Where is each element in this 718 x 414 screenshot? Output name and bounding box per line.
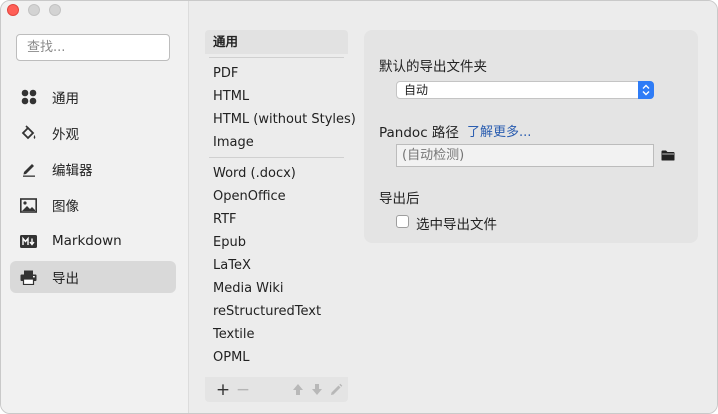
move-up-icon[interactable] [290, 382, 306, 398]
sidebar-nav: 通用 外观 编辑器 图像 Markdown 导出 [10, 81, 176, 297]
sidebar-item-markdown[interactable]: Markdown [10, 225, 176, 257]
default-folder-select[interactable]: 自动 [396, 81, 654, 99]
reveal-exported-file-label[interactable]: 选中导出文件 [416, 213, 497, 233]
editor-icon [20, 161, 37, 178]
list-item-rtf[interactable]: RTF [205, 208, 348, 231]
pandoc-path-input[interactable] [396, 144, 654, 167]
move-down-icon[interactable] [309, 382, 325, 398]
close-window-button[interactable] [7, 4, 19, 16]
search-input[interactable] [16, 34, 170, 61]
export-icon [20, 269, 37, 286]
list-item-media-wiki[interactable]: Media Wiki [205, 277, 348, 300]
list-item-pdf[interactable]: PDF [205, 62, 348, 85]
list-header-general[interactable]: 通用 [205, 30, 348, 54]
list-item-html-no-styles[interactable]: HTML (without Styles) [205, 108, 356, 131]
learn-more-link[interactable]: 了解更多... [467, 121, 531, 140]
default-folder-value: 自动 [404, 83, 429, 97]
list-item-opml[interactable]: OPML [205, 346, 348, 369]
list-item-epub[interactable]: Epub [205, 231, 348, 254]
after-export-label: 导出后 [379, 191, 420, 207]
folder-icon[interactable] [661, 150, 675, 161]
maximize-window-button[interactable] [49, 4, 61, 16]
export-settings-panel: 默认的导出文件夹 自动 Pandoc 路径 了解更多... 导出后 选中导出文件 [364, 30, 698, 243]
markdown-icon [20, 233, 37, 250]
sidebar: 通用 外观 编辑器 图像 [1, 1, 189, 413]
chevron-up-down-icon [638, 81, 654, 99]
sidebar-item-image[interactable]: 图像 [10, 189, 176, 221]
list-divider [209, 57, 344, 58]
sidebar-item-appearance[interactable]: 外观 [10, 117, 176, 149]
list-item-openoffice[interactable]: OpenOffice [205, 185, 348, 208]
main-content: 通用 PDF HTML HTML (without Styles) Image … [190, 1, 717, 413]
preferences-window: 通用 外观 编辑器 图像 [0, 0, 718, 414]
sidebar-item-label: 外观 [52, 127, 79, 143]
sidebar-item-label: Markdown [52, 233, 122, 249]
edit-pencil-icon[interactable] [328, 382, 344, 398]
sidebar-item-export[interactable]: 导出 [10, 261, 176, 293]
minimize-window-button[interactable] [28, 4, 40, 16]
add-button[interactable]: + [215, 380, 231, 400]
remove-button[interactable]: − [235, 380, 251, 400]
list-item-html[interactable]: HTML [205, 85, 348, 108]
image-icon [20, 197, 37, 214]
general-icon [20, 89, 37, 106]
list-item-latex[interactable]: LaTeX [205, 254, 348, 277]
sidebar-item-general[interactable]: 通用 [10, 81, 176, 113]
sidebar-item-editor[interactable]: 编辑器 [10, 153, 176, 185]
pandoc-path-label: Pandoc 路径 [379, 125, 459, 141]
appearance-icon [20, 125, 37, 142]
list-item-textile[interactable]: Textile [205, 323, 348, 346]
sidebar-item-label: 导出 [52, 271, 79, 287]
sidebar-item-label: 图像 [52, 199, 79, 215]
list-toolbar: + − [205, 377, 348, 402]
list-item-image[interactable]: Image [205, 131, 348, 154]
window-controls [7, 4, 61, 16]
default-folder-label: 默认的导出文件夹 [379, 59, 487, 75]
sidebar-item-label: 编辑器 [52, 163, 93, 179]
sidebar-item-label: 通用 [52, 91, 79, 107]
export-format-list: 通用 PDF HTML HTML (without Styles) Image … [205, 30, 356, 374]
list-item-word[interactable]: Word (.docx) [205, 162, 348, 185]
list-item-restructuredtext[interactable]: reStructuredText [205, 300, 348, 323]
reveal-exported-file-checkbox[interactable] [396, 215, 409, 228]
list-divider [209, 157, 344, 158]
